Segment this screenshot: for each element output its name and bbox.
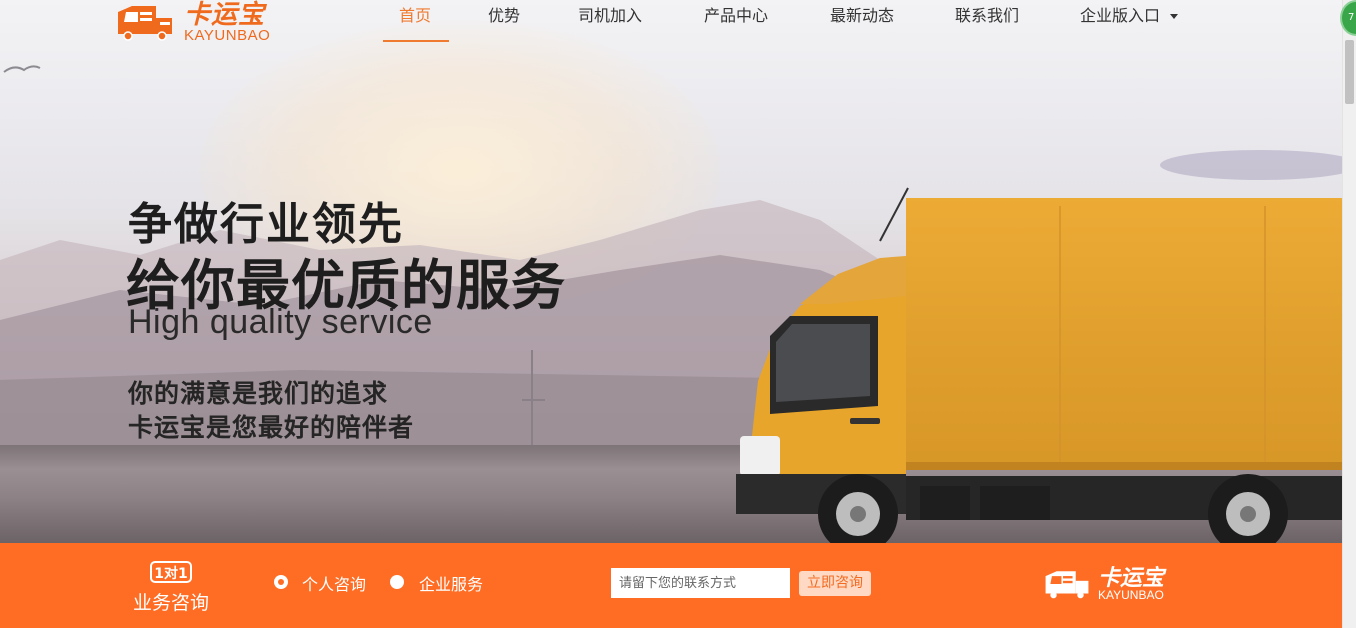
nav-news[interactable]: 最新动态	[830, 5, 894, 41]
radio-personal[interactable]	[274, 575, 288, 589]
extension-badge-text: 7	[1340, 0, 1356, 36]
scrollbar-thumb[interactable]	[1345, 40, 1354, 104]
logo-text-en: KAYUNBAO	[184, 27, 271, 44]
truck-illustration	[736, 187, 1342, 543]
nav-driver-join[interactable]: 司机加入	[578, 5, 642, 41]
footer-logo: 卡运宝 KAYUNBAO	[1044, 564, 1184, 608]
nav-active-indicator	[383, 40, 449, 42]
caret-down-icon	[1170, 14, 1179, 19]
hero-banner: 争做行业领先 给你最优质的服务 High quality service 你的满…	[0, 0, 1342, 543]
radio-enterprise-label[interactable]: 企业服务	[419, 571, 483, 595]
hero-tagline-1: 你的满意是我们的追求	[128, 379, 389, 408]
radio-personal-label[interactable]: 个人咨询	[302, 571, 366, 595]
contact-input[interactable]	[611, 568, 790, 598]
nav-enterprise-dropdown[interactable]: 企业版入口	[1080, 5, 1179, 41]
vertical-scrollbar[interactable]	[1342, 0, 1356, 628]
cloud	[1160, 150, 1342, 180]
page: 争做行业领先 给你最优质的服务 High quality service 你的满…	[0, 0, 1342, 628]
one-on-one-badge: 1对1	[150, 561, 192, 583]
top-navbar: 卡运宝 KAYUNBAO 首页 优势 司机加入 产品中心 最新动态 联系我们 企…	[0, 0, 1342, 44]
extension-badge-icon[interactable]: 7	[1340, 0, 1356, 38]
truck-logo-icon	[118, 6, 172, 41]
truck-logo-icon	[1045, 571, 1089, 599]
radio-enterprise[interactable]	[390, 575, 404, 589]
footer-logo-en: KAYUNBAO	[1098, 588, 1164, 602]
nav-enterprise-label: 企业版入口	[1080, 6, 1161, 25]
nav-products[interactable]: 产品中心	[704, 5, 768, 41]
consult-submit-button[interactable]: 立即咨询	[799, 571, 871, 596]
site-logo[interactable]: 卡运宝 KAYUNBAO	[116, 0, 286, 44]
hero-tagline-2: 卡运宝是您最好的陪伴者	[128, 413, 415, 442]
consult-label: 业务咨询	[133, 592, 210, 614]
bird-icon	[3, 65, 41, 73]
nav-contact[interactable]: 联系我们	[955, 5, 1019, 41]
nav-home[interactable]: 首页	[399, 5, 431, 41]
nav-advantages[interactable]: 优势	[488, 5, 520, 41]
hero-subtitle-en: High quality service	[128, 303, 433, 341]
